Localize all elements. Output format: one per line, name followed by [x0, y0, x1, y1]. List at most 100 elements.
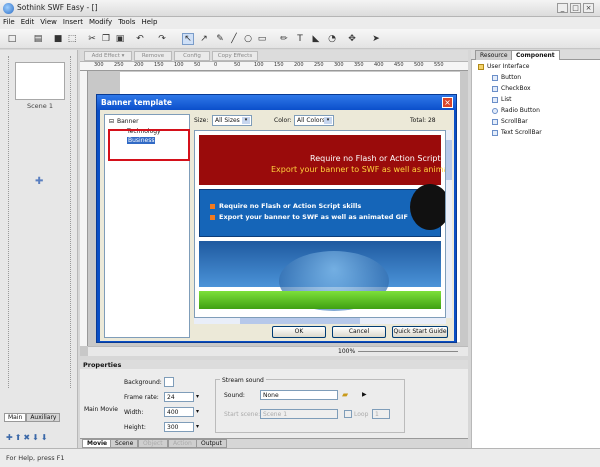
save-icon[interactable]: ■	[52, 33, 64, 45]
total-count: Total: 28	[410, 117, 436, 124]
template-gallery: Require no Flash or Action Script Export…	[194, 130, 446, 318]
add-effect-button[interactable]: Add Effect ▾	[84, 51, 132, 61]
new-file-icon[interactable]: □	[6, 33, 18, 45]
line-tool-icon[interactable]: ╱	[228, 33, 240, 45]
tab-auxiliary[interactable]: Auxiliary	[26, 413, 61, 422]
rectangle-tool-icon[interactable]: ▭	[256, 33, 268, 45]
dialog-close-icon[interactable]: ×	[442, 97, 453, 108]
text-tool-icon[interactable]: T	[294, 33, 306, 45]
zoom-slider[interactable]	[358, 351, 458, 352]
size-value: All Sizes	[215, 117, 240, 124]
start-scene-select[interactable]: Scene 1	[260, 409, 338, 419]
menu-modify[interactable]: Modify	[86, 17, 115, 26]
list-component-icon	[492, 96, 498, 103]
select-tool-icon[interactable]: ↖	[182, 33, 194, 45]
scene-action-icons[interactable]: ✚⬆✖⬇⬇	[6, 433, 50, 442]
open-file-icon[interactable]: ▤	[32, 33, 44, 45]
menu-file[interactable]: File	[0, 17, 18, 26]
ruler-label: 250	[114, 62, 124, 68]
gallery-hscroll-thumb[interactable]	[240, 318, 360, 324]
banner-template-blue[interactable]: Require no Flash or Action Script skills…	[199, 184, 445, 237]
title-bar: Sothink SWF Easy - [] _ □ ×	[0, 0, 600, 17]
play-icon[interactable]: ▶	[362, 391, 367, 398]
window-title: Sothink SWF Easy - []	[17, 3, 98, 12]
add-scene-icon[interactable]: ✚	[35, 176, 43, 187]
arrow-tool-icon[interactable]: ➤	[370, 33, 382, 45]
cancel-button[interactable]: Cancel	[332, 326, 386, 338]
ruler-label: 300	[334, 62, 344, 68]
component-text-scrollbar[interactable]: Text ScrollBar	[492, 129, 542, 136]
color-select[interactable]: All Colors ▾	[294, 115, 334, 126]
component-list[interactable]: List	[492, 96, 512, 103]
tree-item-banner[interactable]: Banner	[117, 118, 139, 125]
component-button[interactable]: Button	[492, 74, 521, 81]
width-input[interactable]: 400	[164, 407, 194, 417]
loop-count-input[interactable]: 1	[372, 409, 390, 419]
cut-icon[interactable]: ✂	[86, 33, 98, 45]
ellipse-tool-icon[interactable]: ○	[242, 33, 254, 45]
remove-effect-button[interactable]: Remove	[134, 51, 172, 61]
ruler-label: 100	[174, 62, 184, 68]
redo-icon[interactable]: ↷	[156, 33, 168, 45]
undo-icon[interactable]: ↶	[134, 33, 146, 45]
minimize-button[interactable]: _	[557, 3, 568, 13]
menu-edit[interactable]: Edit	[18, 17, 38, 26]
component-label: List	[501, 96, 512, 103]
ruler-label: 500	[414, 62, 424, 68]
paste-icon[interactable]: ▣	[114, 33, 126, 45]
component-scrollbar[interactable]: ScrollBar	[492, 118, 528, 125]
gallery-scroll-thumb[interactable]	[446, 140, 452, 180]
background-color-picker[interactable]	[164, 377, 174, 387]
chevron-down-icon[interactable]: ▾	[196, 408, 199, 415]
main-toolbar: □ ▤ ■ ⬚ ✂ ❐ ▣ ↶ ↷ ↖ ↗ ✎ ╱ ○ ▭ ✏ T ◣ ◔ ✥ …	[0, 29, 600, 49]
banner-template-globe[interactable]	[199, 241, 441, 311]
pencil-tool-icon[interactable]: ✏	[278, 33, 290, 45]
zoom-level[interactable]: 100%	[338, 348, 355, 355]
tab-component[interactable]: Component	[511, 50, 560, 60]
maximize-button[interactable]: □	[570, 3, 581, 13]
size-select[interactable]: All Sizes ▾	[212, 115, 252, 126]
frame-rate-input[interactable]: 24	[164, 392, 194, 402]
banner-template-green[interactable]	[199, 291, 441, 309]
tab-main[interactable]: Main	[4, 413, 27, 422]
subselect-tool-icon[interactable]: ↗	[198, 33, 210, 45]
tab-resource[interactable]: Resource	[475, 50, 513, 60]
config-effect-button[interactable]: Config	[174, 51, 210, 61]
ok-button[interactable]: OK	[272, 326, 326, 338]
tab-output[interactable]: Output	[196, 439, 227, 448]
tree-expand-icon[interactable]: ⊟	[109, 118, 114, 125]
tab-movie[interactable]: Movie	[82, 439, 113, 448]
banner-red-line1: Require no Flash or Action Script	[310, 154, 441, 163]
transform-tool-icon[interactable]: ✥	[346, 33, 358, 45]
dialog-title: Banner template	[97, 95, 456, 110]
menu-help[interactable]: Help	[138, 17, 160, 26]
zoom-tool-icon[interactable]: ◔	[326, 33, 338, 45]
menu-tools[interactable]: Tools	[115, 17, 138, 26]
tree-item-user-interface[interactable]: User Interface	[478, 63, 529, 70]
copy-icon[interactable]: ❐	[100, 33, 112, 45]
component-checkbox[interactable]: CheckBox	[492, 85, 531, 92]
chevron-down-icon[interactable]: ▾	[196, 393, 199, 400]
component-radio-button[interactable]: Radio Button	[492, 107, 540, 114]
tab-object[interactable]: Object	[138, 439, 168, 448]
loop-checkbox[interactable]	[344, 410, 352, 418]
menu-view[interactable]: View	[37, 17, 60, 26]
publish-icon[interactable]: ⬚	[66, 33, 78, 45]
close-button[interactable]: ×	[583, 3, 594, 13]
radio-component-icon	[492, 107, 498, 114]
tab-scene[interactable]: Scene	[110, 439, 139, 448]
scene-thumbnail[interactable]	[15, 62, 65, 100]
menu-insert[interactable]: Insert	[60, 17, 86, 26]
chevron-down-icon[interactable]: ▾	[196, 423, 199, 430]
folder-icon[interactable]: ▰	[342, 390, 348, 399]
copy-effects-button[interactable]: Copy Effects	[212, 51, 258, 61]
fill-tool-icon[interactable]: ◣	[310, 33, 322, 45]
tab-action[interactable]: Action	[168, 439, 197, 448]
ruler-label: 350	[354, 62, 364, 68]
scene-panel: Scene 1 ✚	[0, 50, 78, 448]
banner-template-red[interactable]: Require no Flash or Action Script Export…	[199, 135, 445, 185]
sound-select[interactable]: None	[260, 390, 338, 400]
height-input[interactable]: 300	[164, 422, 194, 432]
quick-start-guide-button[interactable]: Quick Start Guide	[392, 326, 448, 338]
pen-tool-icon[interactable]: ✎	[214, 33, 226, 45]
